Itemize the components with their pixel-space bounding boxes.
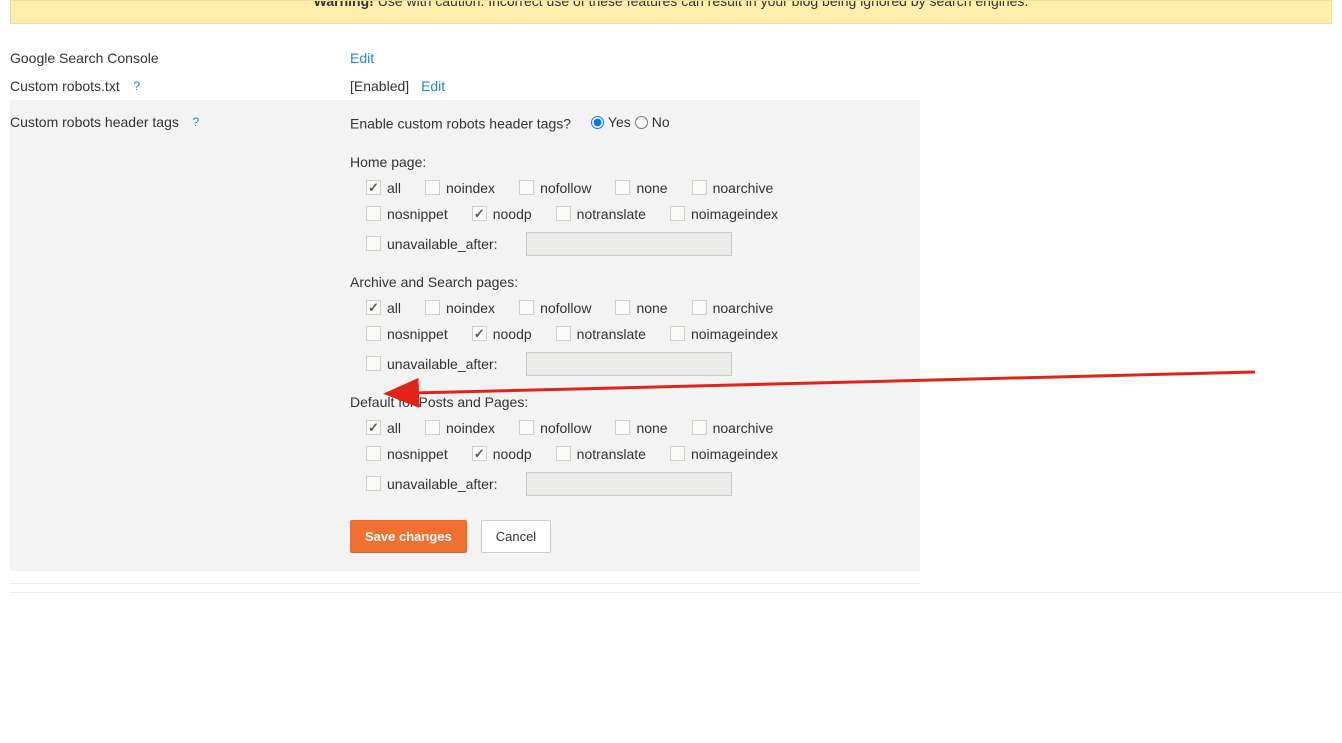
cancel-button[interactable]: Cancel xyxy=(481,520,551,553)
row-custom-robots-header: Custom robots header tags ? Enable custo… xyxy=(10,100,920,571)
cb-default-noimageindex[interactable]: noimageindex xyxy=(670,446,778,462)
cb-home-noarchive[interactable]: noarchive xyxy=(692,180,774,196)
cb-home-nosnippet[interactable]: nosnippet xyxy=(366,206,448,222)
cb-home-none[interactable]: none xyxy=(615,180,667,196)
checkbox-icon xyxy=(670,446,685,461)
checkbox-icon xyxy=(692,420,707,435)
checkbox-icon xyxy=(615,420,630,435)
radio-no[interactable]: No xyxy=(635,114,670,130)
archive-row-3: unavailable_after: xyxy=(366,352,920,376)
checkbox-icon xyxy=(425,180,440,195)
archive-row-1: all noindex nofollow none noarchive xyxy=(366,300,920,316)
section-archive-title: Archive and Search pages: xyxy=(350,274,920,290)
default-row-3: unavailable_after: xyxy=(366,472,920,496)
default-unavailable-date-input[interactable] xyxy=(526,472,732,496)
checkbox-icon xyxy=(366,180,381,195)
row-google-search-console: Google Search Console Edit xyxy=(10,44,1342,72)
checkbox-icon xyxy=(615,300,630,315)
warning-banner: Warning! Use with caution. Incorrect use… xyxy=(10,0,1332,24)
checkbox-icon xyxy=(366,206,381,221)
cb-default-all[interactable]: all xyxy=(366,420,401,436)
home-row-2: nosnippet noodp notranslate noimageindex xyxy=(366,206,920,222)
cb-archive-notranslate[interactable]: notranslate xyxy=(556,326,646,342)
cb-default-notranslate[interactable]: notranslate xyxy=(556,446,646,462)
checkbox-icon xyxy=(366,300,381,315)
checkbox-icon xyxy=(556,326,571,341)
cb-home-notranslate[interactable]: notranslate xyxy=(556,206,646,222)
save-changes-button[interactable]: Save changes xyxy=(350,520,467,553)
robots-txt-label: Custom robots.txt xyxy=(10,78,120,94)
cb-home-noimageindex[interactable]: noimageindex xyxy=(670,206,778,222)
warning-prefix: Warning! xyxy=(314,0,374,9)
cb-home-noindex[interactable]: noindex xyxy=(425,180,495,196)
divider xyxy=(10,592,1342,593)
section-default-title: Default for Posts and Pages: xyxy=(350,394,920,410)
cb-archive-noodp[interactable]: noodp xyxy=(472,326,532,342)
checkbox-icon xyxy=(366,476,381,491)
checkbox-icon xyxy=(366,236,381,251)
cb-archive-all[interactable]: all xyxy=(366,300,401,316)
checkbox-icon xyxy=(615,180,630,195)
help-icon[interactable]: ? xyxy=(130,79,144,93)
checkbox-icon xyxy=(670,206,685,221)
checkbox-icon xyxy=(366,326,381,341)
checkbox-icon xyxy=(366,446,381,461)
cb-archive-noindex[interactable]: noindex xyxy=(425,300,495,316)
checkbox-icon xyxy=(519,180,534,195)
section-home-title: Home page: xyxy=(350,154,920,170)
default-row-1: all noindex nofollow none noarchive xyxy=(366,420,920,436)
cb-default-noindex[interactable]: noindex xyxy=(425,420,495,436)
checkbox-icon xyxy=(425,420,440,435)
home-row-1: all noindex nofollow none noarchive xyxy=(366,180,920,196)
gsc-edit-link[interactable]: Edit xyxy=(350,50,374,66)
radio-no-input[interactable] xyxy=(635,116,648,129)
checkbox-icon xyxy=(472,326,487,341)
button-row: Save changes Cancel xyxy=(350,520,920,553)
cb-default-nosnippet[interactable]: nosnippet xyxy=(366,446,448,462)
row-custom-robots-txt: Custom robots.txt ? [Enabled] Edit xyxy=(10,72,1342,100)
checkbox-icon xyxy=(670,326,685,341)
checkbox-icon xyxy=(519,300,534,315)
warning-text: Use with caution. Incorrect use of these… xyxy=(374,0,1029,9)
help-icon[interactable]: ? xyxy=(189,115,203,129)
cb-default-nofollow[interactable]: nofollow xyxy=(519,420,591,436)
cb-archive-nosnippet[interactable]: nosnippet xyxy=(366,326,448,342)
checkbox-icon xyxy=(472,446,487,461)
checkbox-icon xyxy=(519,420,534,435)
cb-default-unavailable-after[interactable]: unavailable_after: xyxy=(366,476,498,492)
cb-default-none[interactable]: none xyxy=(615,420,667,436)
checkbox-icon xyxy=(366,420,381,435)
cb-archive-noarchive[interactable]: noarchive xyxy=(692,300,774,316)
robots-header-label: Custom robots header tags xyxy=(10,114,179,130)
default-row-2: nosnippet noodp notranslate noimageindex xyxy=(366,446,920,462)
checkbox-icon xyxy=(556,446,571,461)
cb-home-unavailable-after[interactable]: unavailable_after: xyxy=(366,236,498,252)
cb-home-nofollow[interactable]: nofollow xyxy=(519,180,591,196)
radio-yes-input[interactable] xyxy=(591,116,604,129)
checkbox-icon xyxy=(366,356,381,371)
cb-default-noodp[interactable]: noodp xyxy=(472,446,532,462)
cb-archive-noimageindex[interactable]: noimageindex xyxy=(670,326,778,342)
archive-row-2: nosnippet noodp notranslate noimageindex xyxy=(366,326,920,342)
home-unavailable-date-input[interactable] xyxy=(526,232,732,256)
enable-question-row: Enable custom robots header tags? Yes No xyxy=(350,114,920,132)
robots-edit-link[interactable]: Edit xyxy=(421,78,445,94)
cb-home-noodp[interactable]: noodp xyxy=(472,206,532,222)
robots-enabled-status: [Enabled] xyxy=(350,78,409,94)
cb-archive-nofollow[interactable]: nofollow xyxy=(519,300,591,316)
cb-default-noarchive[interactable]: noarchive xyxy=(692,420,774,436)
checkbox-icon xyxy=(692,180,707,195)
checkbox-icon xyxy=(556,206,571,221)
gsc-label: Google Search Console xyxy=(10,50,159,66)
checkbox-icon xyxy=(692,300,707,315)
enable-question-text: Enable custom robots header tags? xyxy=(350,116,571,132)
checkbox-icon xyxy=(425,300,440,315)
radio-yes[interactable]: Yes xyxy=(591,114,631,130)
archive-unavailable-date-input[interactable] xyxy=(526,352,732,376)
cb-archive-unavailable-after[interactable]: unavailable_after: xyxy=(366,356,498,372)
cb-home-all[interactable]: all xyxy=(366,180,401,196)
home-row-3: unavailable_after: xyxy=(366,232,920,256)
checkbox-icon xyxy=(472,206,487,221)
cb-archive-none[interactable]: none xyxy=(615,300,667,316)
